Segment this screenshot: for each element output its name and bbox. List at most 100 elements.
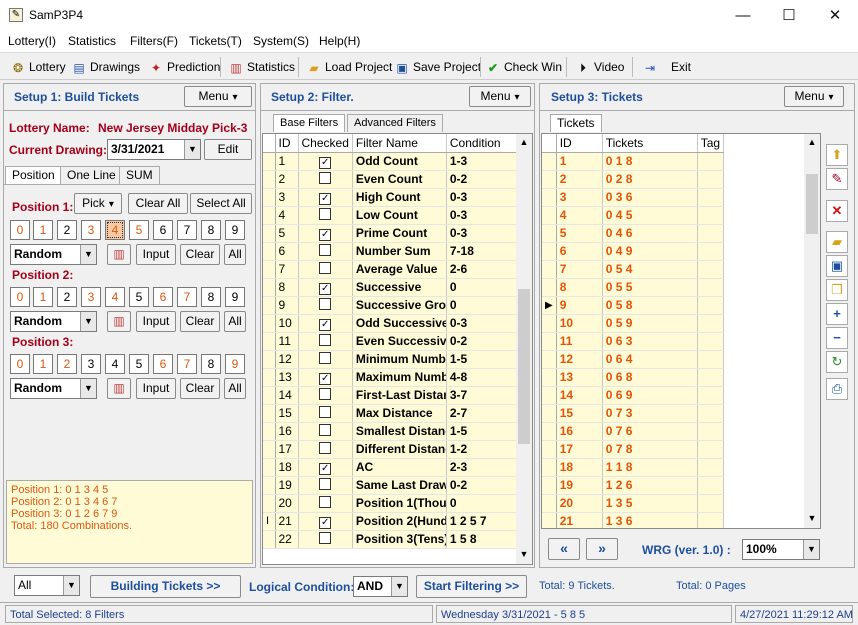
toolbar-video-button[interactable]: ⏵ Video xyxy=(575,57,625,77)
toolbar-load-project-button[interactable]: ▰ Load Project xyxy=(306,57,392,77)
digit-button[interactable]: 0 xyxy=(10,354,30,374)
filter-condition[interactable]: 1-2 xyxy=(446,440,518,459)
ticket-row[interactable]: 13 0 6 8 xyxy=(542,368,725,387)
tickets-scrollbar[interactable]: ▲ ▼ xyxy=(804,134,820,528)
ticket-row[interactable]: 30 3 6 xyxy=(542,188,725,207)
column-header-id[interactable]: ID xyxy=(556,134,603,153)
filter-row[interactable]: 17 Different Distanc 1-2 xyxy=(263,440,518,459)
digit-button[interactable]: 9 xyxy=(225,220,245,240)
ticket-tag[interactable] xyxy=(697,494,725,513)
ticket-tag[interactable] xyxy=(697,440,725,459)
digit-button[interactable]: 0 xyxy=(10,287,30,307)
filter-condition[interactable]: 1 2 5 7 xyxy=(446,512,518,531)
input-button[interactable]: Input xyxy=(136,311,176,332)
toolbar-exit-button[interactable]: ⇥ Exit xyxy=(642,57,691,77)
filter-row[interactable]: 7 Average Value 2-6 xyxy=(263,260,518,279)
digit-button[interactable]: 8 xyxy=(201,220,221,240)
remove-button[interactable]: − xyxy=(826,327,848,349)
ticket-tag[interactable] xyxy=(697,476,725,495)
filter-checkbox[interactable]: ✓ xyxy=(319,372,332,385)
filter-condition[interactable]: 3-7 xyxy=(446,386,518,405)
scroll-down-icon[interactable]: ▼ xyxy=(516,546,532,562)
filter-condition[interactable]: 0 xyxy=(446,296,518,315)
ticket-row[interactable]: 40 4 5 xyxy=(542,206,725,225)
filter-condition[interactable]: 0-2 xyxy=(446,332,518,351)
close-button[interactable]: ✕ xyxy=(812,0,858,31)
scroll-thumb[interactable] xyxy=(806,174,818,234)
ticket-tag[interactable] xyxy=(697,260,725,279)
tab-advanced-filters[interactable]: Advanced Filters xyxy=(347,114,443,132)
digit-button[interactable]: 3 xyxy=(81,354,101,374)
tab-sum[interactable]: SUM xyxy=(119,166,160,184)
filter-checkbox[interactable]: ✓ xyxy=(319,282,332,295)
ticket-row[interactable]: 10 1 8 xyxy=(542,152,725,171)
digit-button[interactable]: 1 xyxy=(33,354,53,374)
digit-button[interactable]: 7 xyxy=(177,287,197,307)
filter-condition[interactable]: 7-18 xyxy=(446,242,518,261)
filter-condition[interactable]: 1-3 xyxy=(446,152,518,171)
digit-button[interactable]: 4 xyxy=(105,287,125,307)
filter-checkbox[interactable]: ✓ xyxy=(319,192,332,205)
filter-checkbox[interactable] xyxy=(319,261,332,274)
ticket-row[interactable]: 19 1 2 6 xyxy=(542,476,725,495)
filter-row[interactable]: 22 Position 3(Tens) 1 5 8 xyxy=(263,530,518,549)
toolbar-check-win-button[interactable]: ✔ Check Win xyxy=(485,57,562,77)
filter-row[interactable]: 6 Number Sum 7-18 xyxy=(263,242,518,261)
toolbar-prediction-button[interactable]: ✦ Prediction xyxy=(148,57,220,77)
input-button[interactable]: Input xyxy=(136,378,176,399)
filter-condition[interactable]: 0-3 xyxy=(446,206,518,225)
setup1-menu-button[interactable]: Menu xyxy=(184,86,252,107)
filter-checkbox[interactable]: ✓ xyxy=(319,156,332,169)
filter-row[interactable]: 8 ✓ Successive 0 xyxy=(263,278,518,297)
digit-button[interactable]: 6 xyxy=(153,354,173,374)
ticket-tag[interactable] xyxy=(697,296,725,315)
filter-row[interactable]: 4 Low Count 0-3 xyxy=(263,206,518,225)
ticket-tag[interactable] xyxy=(697,332,725,351)
ticket-tag[interactable] xyxy=(697,188,725,207)
ticket-tag[interactable] xyxy=(697,512,725,528)
ticket-tag[interactable] xyxy=(697,368,725,387)
filter-row[interactable]: 13 ✓ Maximum Numbe 4-8 xyxy=(263,368,518,387)
filter-row[interactable]: 16 Smallest Distanc 1-5 xyxy=(263,422,518,441)
logical-condition-select[interactable]: AND ▼ xyxy=(353,576,408,597)
filter-condition[interactable]: 1 5 8 xyxy=(446,530,518,549)
column-header-filter-name[interactable]: Filter Name xyxy=(352,134,447,153)
building-tickets-button[interactable]: Building Tickets >> xyxy=(90,575,241,598)
filter-checkbox[interactable] xyxy=(319,495,332,508)
column-header-tag[interactable]: Tag xyxy=(697,134,725,153)
ticket-row[interactable]: 20 1 3 5 xyxy=(542,494,725,513)
zoom-select[interactable]: 100% ▼ xyxy=(742,539,820,560)
tab-tickets[interactable]: Tickets xyxy=(550,114,602,132)
filter-checkbox[interactable]: ✓ xyxy=(319,516,332,529)
filter-row[interactable]: 1 ✓ Odd Count 1-3 xyxy=(263,152,518,171)
scroll-up-icon[interactable]: ▲ xyxy=(516,134,532,150)
ticket-row[interactable]: ▶ 9 0 5 8 xyxy=(542,296,725,315)
filter-row[interactable]: 10 ✓ Odd Successive 0-3 xyxy=(263,314,518,333)
ticket-row[interactable]: 16 0 7 6 xyxy=(542,422,725,441)
scroll-thumb[interactable] xyxy=(518,289,530,444)
filter-checkbox[interactable]: ✓ xyxy=(319,228,332,241)
filter-checkbox[interactable] xyxy=(319,477,332,490)
filter-condition[interactable]: 0-3 xyxy=(446,188,518,207)
ticket-row[interactable]: 17 0 7 8 xyxy=(542,440,725,459)
digit-button[interactable]: 7 xyxy=(177,354,197,374)
digit-button[interactable]: 2 xyxy=(57,220,77,240)
filter-row[interactable]: 5 ✓ Prime Count 0-3 xyxy=(263,224,518,243)
ticket-tag[interactable] xyxy=(697,170,725,189)
digit-button[interactable]: 9 xyxy=(225,354,245,374)
menu-tickets[interactable]: Tickets(T) xyxy=(189,34,242,48)
clear-button[interactable]: Clear xyxy=(180,244,220,265)
all-button[interactable]: All xyxy=(224,311,246,332)
ticket-row[interactable]: 15 0 7 3 xyxy=(542,404,725,423)
add-button[interactable]: + xyxy=(826,303,848,325)
filter-checkbox[interactable] xyxy=(319,387,332,400)
ticket-tag[interactable] xyxy=(697,242,725,261)
filter-row[interactable]: 19 Same Last Draw 0-2 xyxy=(263,476,518,495)
toolbar-drawings-button[interactable]: ▤ Drawings xyxy=(71,57,140,77)
ticket-tag[interactable] xyxy=(697,206,725,225)
filter-checkbox[interactable] xyxy=(319,171,332,184)
filter-row[interactable]: 18 ✓ AC 2-3 xyxy=(263,458,518,477)
digit-button[interactable]: 8 xyxy=(201,354,221,374)
filter-checkbox[interactable] xyxy=(319,405,332,418)
select-all-button[interactable]: Select All xyxy=(190,193,252,214)
